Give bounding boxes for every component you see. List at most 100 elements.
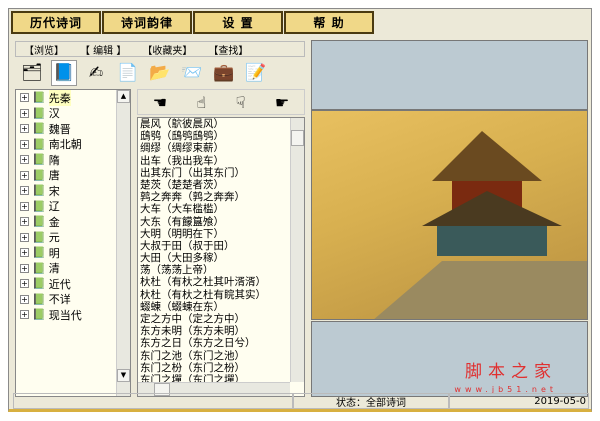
list-item[interactable]: 蝃蝀（蝃蝀在东） bbox=[138, 301, 304, 313]
tree-node[interactable]: + 📗 不详 bbox=[16, 292, 130, 308]
book-icon: 📗 bbox=[32, 168, 46, 182]
expand-icon[interactable]: + bbox=[20, 155, 29, 165]
tree-node[interactable]: + 📗 魏晋 bbox=[16, 121, 130, 137]
list-item[interactable]: 晨风（鴥彼晨风） bbox=[138, 118, 304, 130]
status-left bbox=[13, 393, 293, 409]
tree-node[interactable]: + 📗 明 bbox=[16, 245, 130, 261]
status-state: 状态：全部诗词 bbox=[293, 393, 449, 409]
copy-icon[interactable]: 📄 bbox=[115, 60, 141, 86]
watermark-title: 脚本之家 bbox=[465, 362, 557, 382]
tree-node[interactable]: + 📗 元 bbox=[16, 230, 130, 246]
tree-node-label: 隋 bbox=[48, 153, 60, 167]
scroll-up-arrow[interactable]: ▲ bbox=[117, 90, 130, 103]
book-icon: 📗 bbox=[32, 215, 46, 229]
menu-history-poems[interactable]: 历代诗词 bbox=[11, 11, 101, 34]
list-scrollbar[interactable] bbox=[290, 118, 304, 382]
list-item[interactable]: 大东（有饛簋飧） bbox=[138, 216, 304, 228]
list-item[interactable]: 大车（大车槛槛） bbox=[138, 203, 304, 215]
expand-icon[interactable]: + bbox=[20, 139, 29, 149]
list-item[interactable]: 东方之日（东方之日兮） bbox=[138, 337, 304, 349]
book-icon: 📗 bbox=[32, 308, 46, 322]
book-icon[interactable]: 📘 bbox=[51, 60, 77, 86]
open-folder-icon[interactable]: 📨 bbox=[179, 60, 205, 86]
pavilion-painting bbox=[311, 110, 588, 320]
hand-up-icon[interactable]: ☝ bbox=[197, 93, 207, 112]
book-icon: 📗 bbox=[32, 230, 46, 244]
expand-icon[interactable]: + bbox=[20, 279, 29, 289]
hand-down-icon[interactable]: ☟ bbox=[236, 93, 246, 112]
list-item[interactable]: 鹑之奔奔（鹑之奔奔） bbox=[138, 191, 304, 203]
briefcase-icon[interactable]: 💼 bbox=[211, 60, 237, 86]
folder-icon[interactable]: 📂 bbox=[147, 60, 173, 86]
list-item[interactable]: 东门之池（东门之池） bbox=[138, 350, 304, 362]
list-item[interactable]: 楚茨（楚楚者茨） bbox=[138, 179, 304, 191]
preview-top-panel bbox=[311, 40, 588, 110]
expand-icon[interactable]: + bbox=[20, 232, 29, 242]
tree-node-label: 不详 bbox=[48, 293, 71, 307]
dynasty-tree: + 📗 先秦 + 📗 汉 + 📗 魏晋 + 📗 南北朝 + 📗 隋 + 📗 唐 + 📗 宋 + 📗 辽 + 📗 金 + 📗 元 + 📗 明 + 📗 清… bbox=[15, 89, 131, 397]
list-item[interactable]: 东门之枌（东门之枌） bbox=[138, 362, 304, 374]
hand-left-icon[interactable]: ☚ bbox=[153, 93, 167, 112]
list-item[interactable]: 绸缪（绸缪束薪） bbox=[138, 142, 304, 154]
tab-search[interactable]: 【查找】 bbox=[208, 42, 248, 57]
book-icon: 📗 bbox=[32, 199, 46, 213]
menu-help[interactable]: 帮 助 bbox=[284, 11, 374, 34]
book-icon: 📗 bbox=[32, 261, 46, 275]
book-icon: 📗 bbox=[32, 106, 46, 120]
tree-node[interactable]: + 📗 唐 bbox=[16, 168, 130, 184]
expand-icon[interactable]: + bbox=[20, 186, 29, 196]
list-item[interactable]: 出车（我出我车） bbox=[138, 155, 304, 167]
tree-scrollbar[interactable]: ▲ ▼ bbox=[116, 90, 130, 396]
expand-icon[interactable]: + bbox=[20, 108, 29, 118]
menu-rhyme[interactable]: 诗词韵律 bbox=[102, 11, 192, 34]
tree-node[interactable]: + 📗 金 bbox=[16, 214, 130, 230]
expand-icon[interactable]: + bbox=[20, 170, 29, 180]
expand-icon[interactable]: + bbox=[20, 124, 29, 134]
book-icon: 📗 bbox=[32, 292, 46, 306]
list-item[interactable]: 东方未明（东方未明） bbox=[138, 325, 304, 337]
tree-node[interactable]: + 📗 近代 bbox=[16, 276, 130, 292]
list-item[interactable]: 大叔于田（叔于田） bbox=[138, 240, 304, 252]
tree-node-label: 魏晋 bbox=[48, 122, 71, 136]
tree-node-label: 先秦 bbox=[48, 89, 71, 106]
preview-bottom-panel: 脚本之家 www.jb51.net bbox=[311, 321, 588, 397]
expand-icon[interactable]: + bbox=[20, 294, 29, 304]
tab-favorites[interactable]: 【收藏夹】 bbox=[142, 42, 192, 57]
expand-icon[interactable]: + bbox=[20, 93, 29, 103]
scroll-thumb[interactable] bbox=[291, 130, 304, 146]
list-item[interactable]: 大田（大田多稼） bbox=[138, 252, 304, 264]
tree-node-label: 元 bbox=[48, 231, 60, 245]
tab-edit[interactable]: 【 编辑 】 bbox=[80, 42, 126, 57]
book-icon: 📗 bbox=[32, 246, 46, 260]
expand-icon[interactable]: + bbox=[20, 217, 29, 227]
tab-browse[interactable]: 【浏览】 bbox=[24, 42, 64, 57]
hand-right-icon[interactable]: ☛ bbox=[275, 93, 289, 112]
edit-icon[interactable]: 📝 bbox=[243, 60, 269, 86]
tree-node[interactable]: + 📗 汉 bbox=[16, 106, 130, 122]
tree-node[interactable]: + 📗 辽 bbox=[16, 199, 130, 215]
write-icon[interactable]: ✍ bbox=[83, 60, 109, 86]
list-item[interactable]: 出其东门（出其东门） bbox=[138, 167, 304, 179]
tree-node[interactable]: + 📗 南北朝 bbox=[16, 137, 130, 153]
expand-icon[interactable]: + bbox=[20, 263, 29, 273]
tree-node[interactable]: + 📗 现当代 bbox=[16, 307, 130, 323]
book-icon: 📗 bbox=[32, 137, 46, 151]
list-item[interactable]: 荡（荡荡上帝） bbox=[138, 264, 304, 276]
list-item[interactable]: 鴟鸮（鴟鸮鴟鸮） bbox=[138, 130, 304, 142]
tree-node[interactable]: + 📗 隋 bbox=[16, 152, 130, 168]
expand-icon[interactable]: + bbox=[20, 248, 29, 258]
list-item[interactable]: 杕杜（有杕之杜有睆其实） bbox=[138, 289, 304, 301]
scroll-down-arrow[interactable]: ▼ bbox=[117, 369, 130, 382]
tree-node-label: 辽 bbox=[48, 200, 60, 214]
menu-settings[interactable]: 设 置 bbox=[193, 11, 283, 34]
expand-icon[interactable]: + bbox=[20, 310, 29, 320]
expand-icon[interactable]: + bbox=[20, 201, 29, 211]
tree-node[interactable]: + 📗 清 bbox=[16, 261, 130, 277]
tree-node[interactable]: + 📗 先秦 bbox=[16, 89, 130, 106]
list-item[interactable]: 大明（明明在下） bbox=[138, 228, 304, 240]
list-item[interactable]: 定之方中（定之方中） bbox=[138, 313, 304, 325]
list-item[interactable]: 杕杜（有杕之杜其叶湑湑） bbox=[138, 276, 304, 288]
browse-icon[interactable]: 🗂 bbox=[19, 60, 45, 86]
navigation-bar: ☚ ☝ ☟ ☛ bbox=[137, 89, 305, 115]
tree-node[interactable]: + 📗 宋 bbox=[16, 183, 130, 199]
